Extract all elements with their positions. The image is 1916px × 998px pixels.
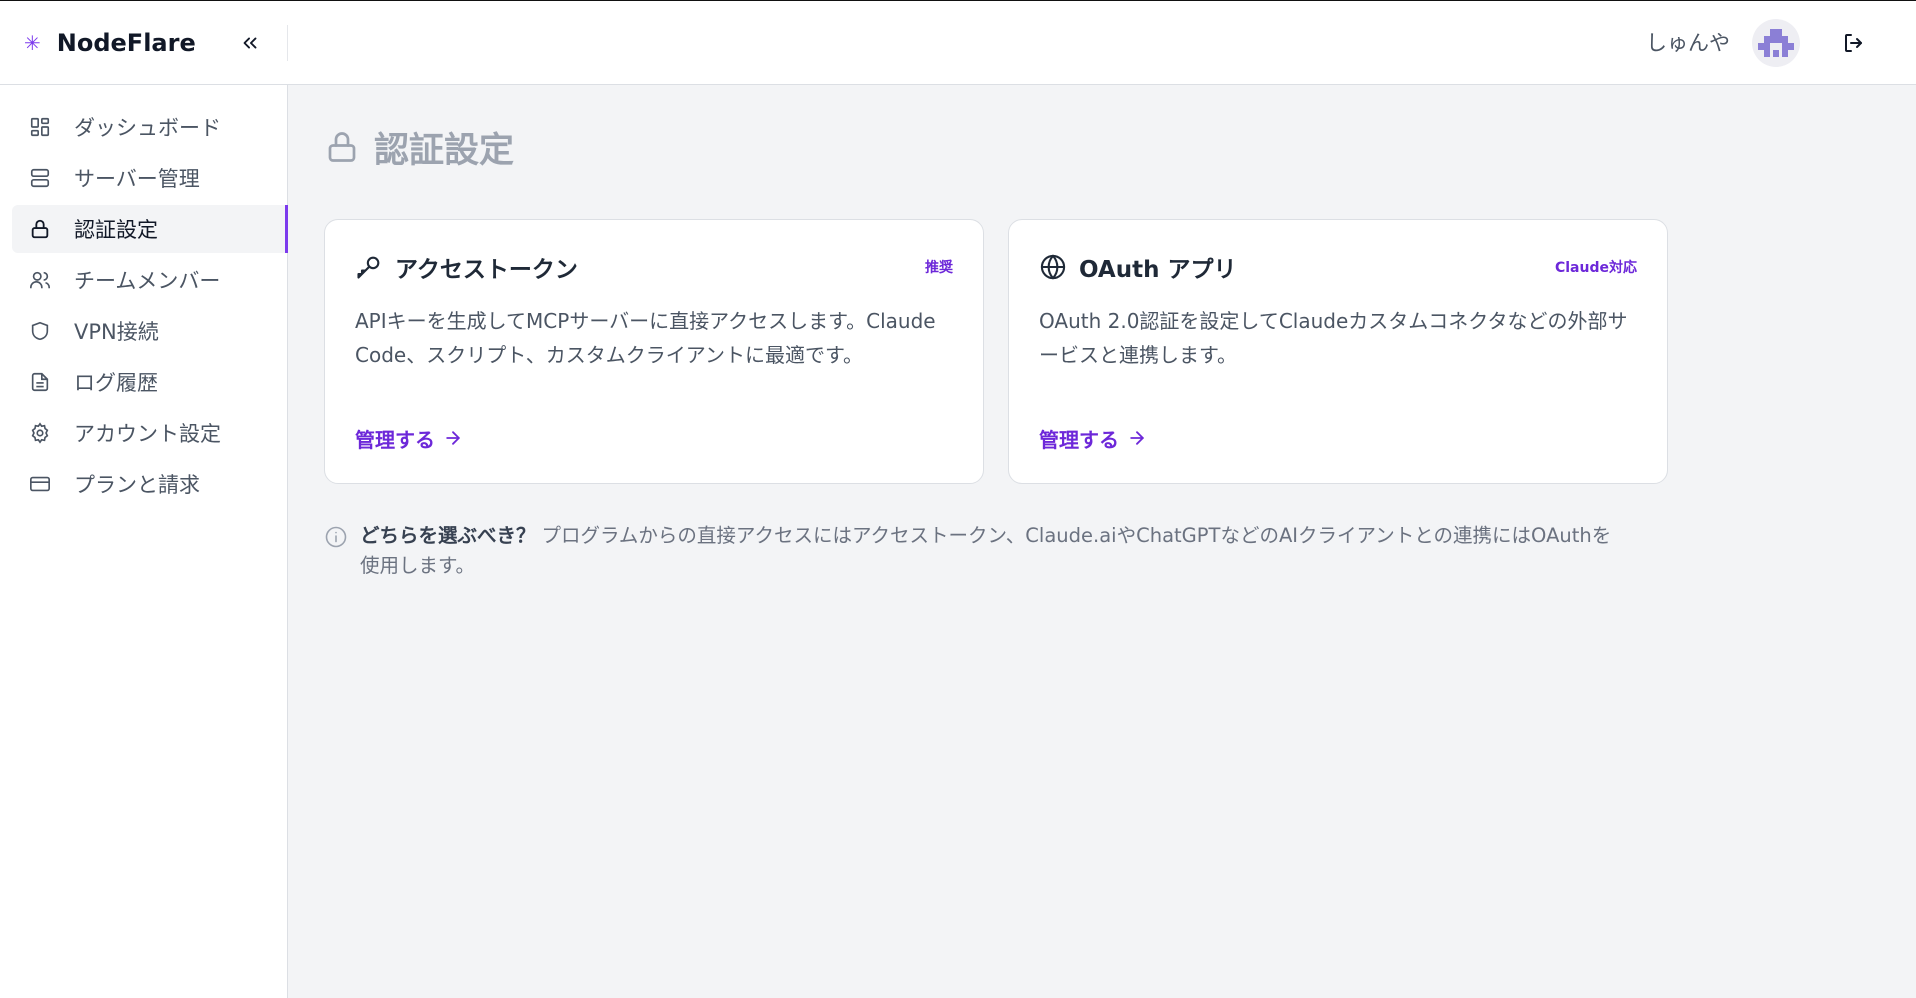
dashboard-icon: [28, 115, 52, 139]
logout-button[interactable]: [1836, 25, 1872, 61]
oauth-app-card[interactable]: OAuth アプリ Claude対応 OAuth 2.0認証を設定してClaud…: [1008, 219, 1668, 484]
hint-title: どちらを選ぶべき？: [360, 524, 536, 547]
top-header: ✳ NodeFlare しゅんや: [0, 1, 1916, 85]
users-icon: [28, 268, 52, 292]
sidebar-item-label: サーバー管理: [74, 167, 200, 191]
page-title-text: 認証設定: [374, 130, 515, 171]
arrow-right-icon: [1130, 431, 1144, 445]
sidebar-item-team-members[interactable]: チームメンバー: [12, 256, 288, 304]
card-header: アクセストークン 推奨: [355, 250, 953, 284]
gear-icon: [28, 421, 52, 445]
lock-icon: [28, 217, 52, 241]
logout-icon: [1845, 34, 1862, 52]
card-title: OAuth アプリ: [1079, 257, 1237, 283]
link-label: 管理する: [355, 427, 435, 452]
lock-icon: [328, 132, 356, 162]
info-icon: [325, 526, 347, 548]
sidebar-item-label: プランと請求: [74, 473, 200, 497]
claude-support-badge: Claude対応: [1554, 260, 1637, 276]
sidebar-item-label: チームメンバー: [74, 269, 221, 293]
header-divider: [287, 25, 288, 61]
page-title: 認証設定: [324, 121, 514, 173]
avatar[interactable]: [1752, 19, 1800, 67]
sidebar-item-vpn[interactable]: VPN接続: [12, 307, 288, 355]
sidebar-item-label: 認証設定: [74, 218, 158, 242]
sidebar-item-logs[interactable]: ログ履歴: [12, 358, 288, 406]
sidebar-item-label: ログ履歴: [74, 371, 158, 395]
sidebar-item-billing[interactable]: プランと請求: [12, 460, 288, 508]
globe-icon: [1040, 254, 1066, 280]
card-description: APIキーを生成してMCPサーバーに直接アクセスします。Claude Code、…: [355, 309, 936, 367]
access-token-card[interactable]: アクセストークン 推奨 APIキーを生成してMCPサーバーに直接アクセスします。…: [324, 219, 984, 484]
chevrons-left-icon: [243, 37, 257, 49]
sidebar-item-servers[interactable]: サーバー管理: [12, 154, 288, 202]
hint-text: どちらを選ぶべき？ プログラムからの直接アクセスにはアクセストークン、Claude…: [360, 521, 1624, 581]
sidebar-item-label: アカウント設定: [74, 422, 221, 446]
sidebar: ダッシュボード サーバー管理 認証設定 チームメンバー VPN接続 ログ履歴 ア…: [0, 85, 288, 998]
sidebar-item-auth-settings[interactable]: 認証設定: [12, 205, 288, 253]
info-hint: どちらを選ぶべき？ プログラムからの直接アクセスにはアクセストークン、Claude…: [324, 521, 1624, 581]
server-icon: [28, 166, 52, 190]
arrow-right-icon: [446, 431, 460, 445]
credit-card-icon: [28, 472, 52, 496]
brand[interactable]: ✳ NodeFlare: [24, 25, 196, 61]
sidebar-item-account-settings[interactable]: アカウント設定: [12, 409, 288, 457]
collapse-sidebar-button[interactable]: [232, 25, 268, 61]
hint-body: プログラムからの直接アクセスにはアクセストークン、Claude.aiやChatG…: [360, 524, 1612, 577]
card-description: OAuth 2.0認証を設定してClaudeカスタムコネクタなどの外部サービスと…: [1039, 309, 1628, 367]
manage-access-tokens-link[interactable]: 管理する: [355, 424, 463, 452]
sidebar-nav: ダッシュボード サーバー管理 認証設定 チームメンバー VPN接続 ログ履歴 ア…: [12, 103, 288, 511]
sidebar-item-dashboard[interactable]: ダッシュボード: [12, 103, 288, 151]
card-header: OAuth アプリ Claude対応: [1039, 250, 1637, 284]
brand-name: NodeFlare: [56, 29, 196, 57]
pixel-avatar: [1758, 29, 1794, 57]
sidebar-item-label: VPN接続: [74, 320, 159, 344]
card-title: アクセストークン: [395, 257, 578, 283]
user-name: しゅんや: [1646, 31, 1730, 55]
recommended-badge: 推奨: [925, 260, 953, 276]
asterisk-icon: ✳: [24, 31, 41, 55]
key-icon: [357, 256, 380, 279]
document-icon: [28, 370, 52, 394]
manage-oauth-apps-link[interactable]: 管理する: [1039, 424, 1147, 452]
link-label: 管理する: [1039, 427, 1119, 452]
sidebar-item-label: ダッシュボード: [74, 116, 221, 140]
shield-icon: [28, 319, 52, 343]
